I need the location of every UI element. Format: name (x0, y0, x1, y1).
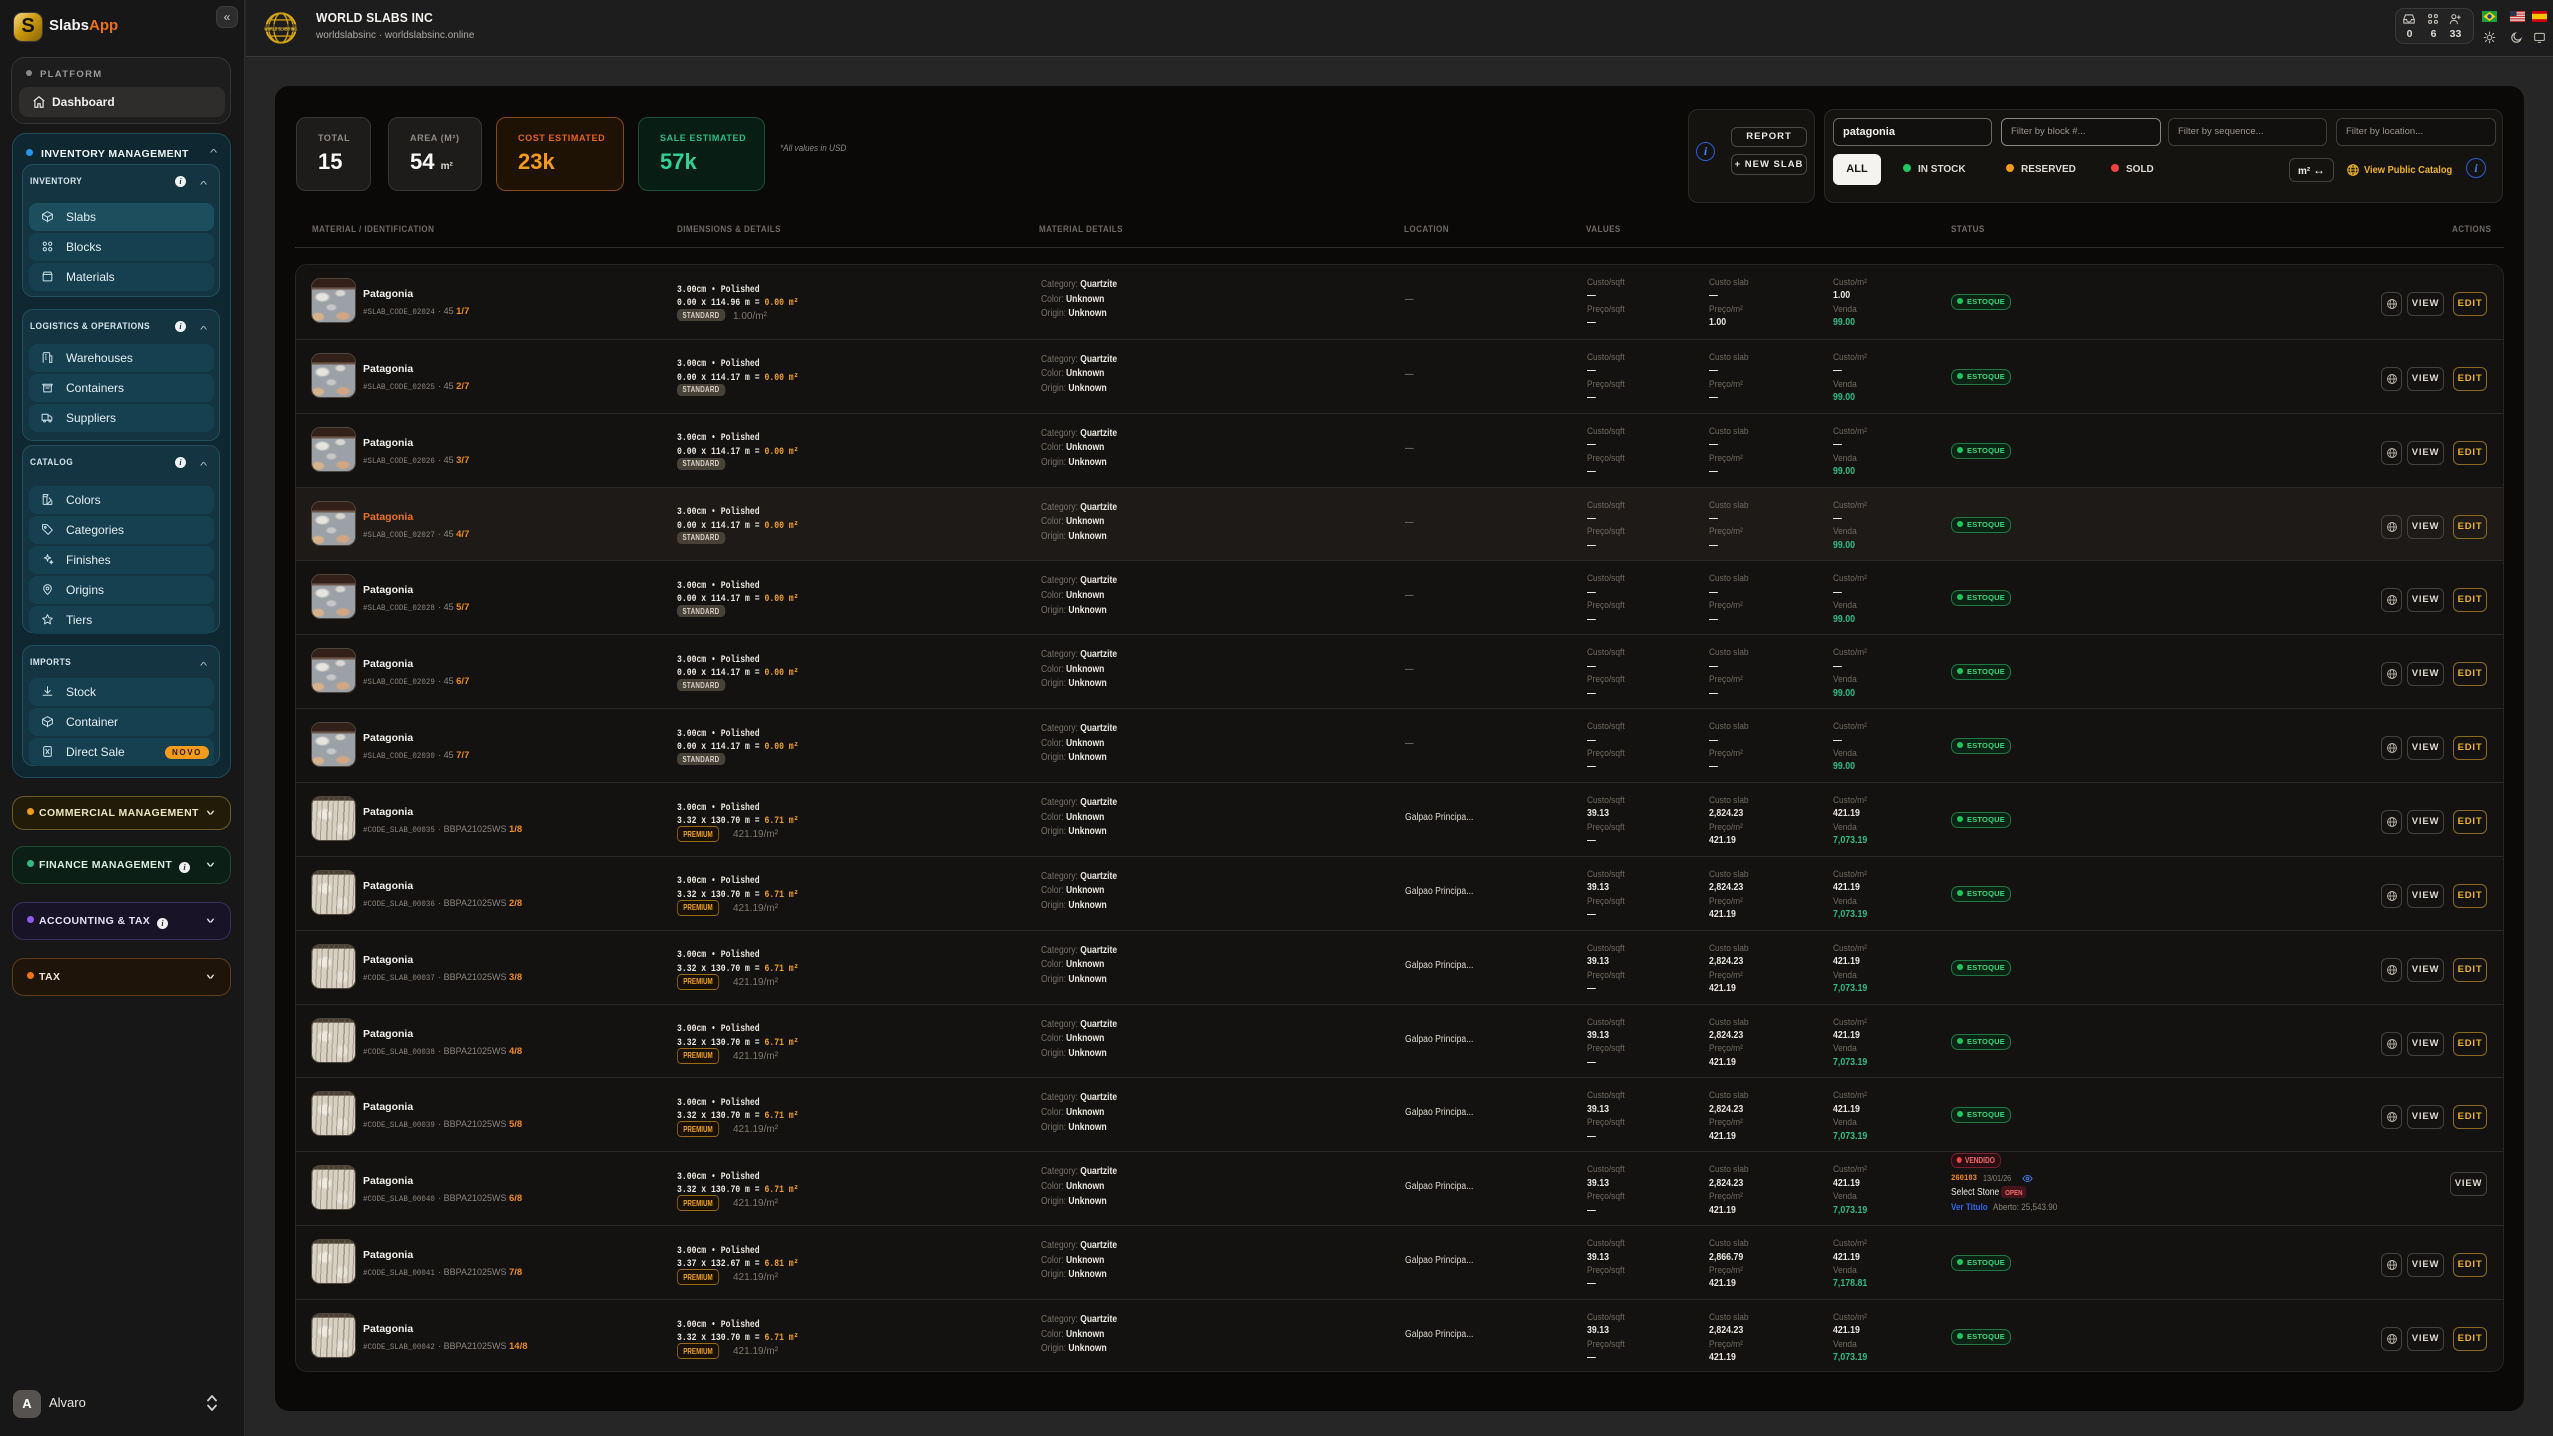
svg-text:WORLD SLABS INC.: WORLD SLABS INC. (264, 26, 298, 32)
